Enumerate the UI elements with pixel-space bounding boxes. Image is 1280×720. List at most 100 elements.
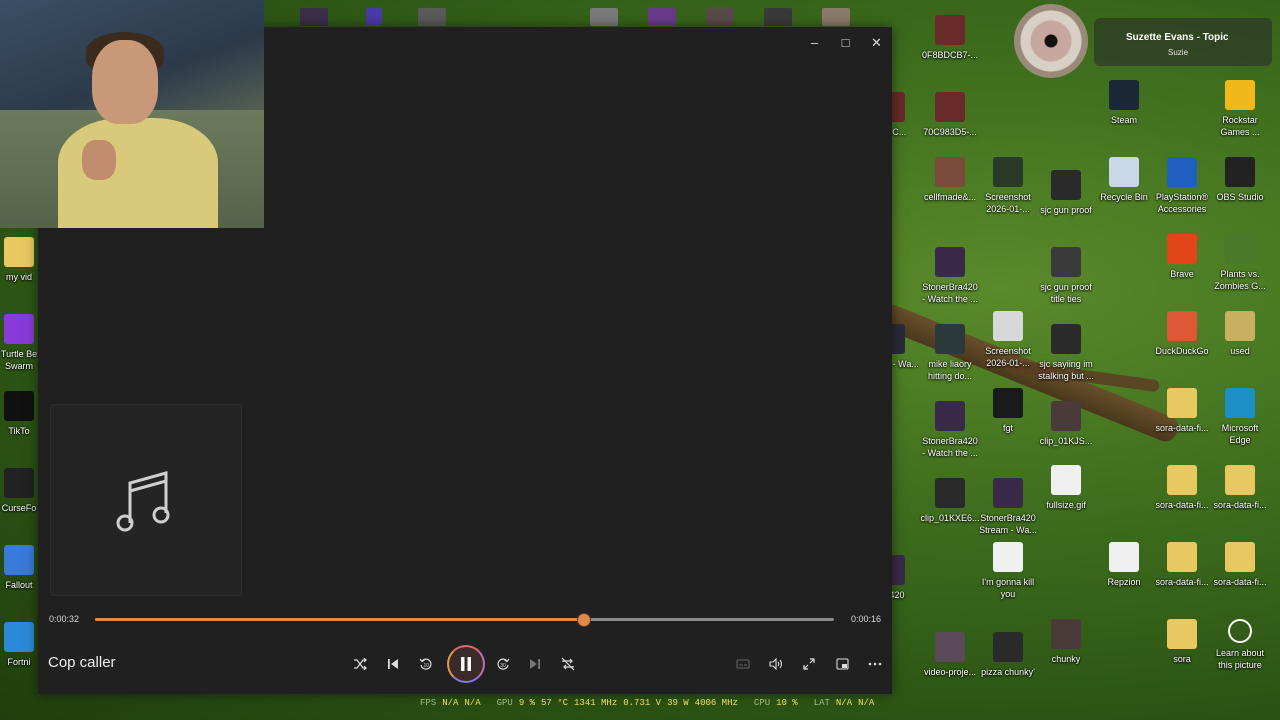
desktop-icon-cellfmade[interactable]: cellfmade&... (920, 157, 980, 203)
playstation-icon (1167, 157, 1197, 187)
desktop-icon-sora-data-fi[interactable]: sora-data-fi... (1210, 465, 1270, 511)
desktop-icon-playstation-accessories[interactable]: PlayStation® Accessories (1152, 157, 1212, 215)
fullscreen-button[interactable] (797, 652, 821, 676)
image-icon (1225, 311, 1255, 341)
desktop-icon-sjc-gun-proof[interactable]: sjc gun proof (1036, 170, 1096, 216)
zip-folder-icon (1167, 542, 1197, 572)
desktop-icon-obs-studio[interactable]: OBS Studio (1210, 157, 1270, 203)
desktop-icon-duckduckgo[interactable]: DuckDuckGo (1152, 311, 1212, 357)
cpu-load: 10 % (776, 698, 798, 708)
desktop-icon-label: sora-data-fi... (1155, 577, 1209, 587)
desktop-icon-sora-data-fi[interactable]: sora-data-fi... (1152, 388, 1212, 434)
desktop-icon-learn-about-this-picture[interactable]: Learn about this picture (1210, 619, 1270, 671)
captions-icon (736, 659, 750, 669)
desktop-icon-mike-liaory-hitting-do[interactable]: mike liaory hitting do... (920, 324, 980, 382)
seek-bar[interactable] (95, 613, 834, 627)
video-icon (1051, 324, 1081, 354)
volume-icon (769, 658, 783, 670)
desktop-icon-plants-vs-zombies-g[interactable]: Plants vs. Zombies G... (1210, 234, 1270, 292)
forward-30-button[interactable]: 30 (491, 652, 515, 676)
minimize-button[interactable]: – (799, 33, 830, 53)
desktop-icon-video-proje[interactable]: video-proje... (920, 632, 980, 678)
rewind-10-button[interactable]: 10 (414, 652, 438, 676)
desktop-icon-chunky[interactable]: chunky (1036, 619, 1096, 665)
desktop-icon-sjc-sayiing-im-stalking-but[interactable]: sjc sayiing im stalking but ... (1036, 324, 1096, 382)
fallout-icon (4, 545, 34, 575)
desktop-icon-repzion[interactable]: Repzion (1094, 542, 1154, 588)
desktop-icon-label: fullsize.gif (1046, 500, 1086, 510)
partial-icon[interactable] (366, 8, 382, 26)
maximize-button[interactable]: □ (830, 33, 861, 53)
partial-icon[interactable] (706, 8, 734, 26)
desktop-icon-fgt[interactable]: fgt (978, 388, 1038, 434)
now-playing-widget[interactable]: Suzette Evans - Topic Suzie (1014, 4, 1276, 78)
fps-label: FPS (420, 698, 437, 708)
seek-bar-thumb[interactable] (577, 613, 592, 627)
miniplayer-button[interactable] (830, 652, 854, 676)
image-icon (1051, 619, 1081, 649)
image-icon (935, 157, 965, 187)
desktop-icon-used[interactable]: used (1210, 311, 1270, 357)
partial-icon[interactable] (648, 8, 676, 26)
desktop-icon-fullsize-gif[interactable]: fullsize.gif (1036, 465, 1096, 511)
desktop-icon-0f8bdcb7[interactable]: 0F8BDCB7-... (920, 15, 980, 61)
lat-value-2: N/A (858, 698, 875, 708)
media-file-icon (993, 542, 1023, 572)
desktop-icon-label: fgt (1002, 423, 1013, 433)
seek-bar-fill (95, 618, 584, 621)
svg-text:30: 30 (500, 663, 506, 669)
desktop-icon-pizza-chunky[interactable]: pizza chunky' (978, 632, 1038, 678)
desktop-icon-stonerbra420-stream-wa[interactable]: StonerBra420 Stream - Wa... (978, 478, 1038, 536)
shuffle-icon (354, 658, 367, 670)
video-icon (935, 247, 965, 277)
partial-icon[interactable] (822, 8, 850, 26)
desktop-icon-sora-data-fi[interactable]: sora-data-fi... (1152, 542, 1212, 588)
more-options-button[interactable] (863, 652, 887, 676)
desktop-icon-brave[interactable]: Brave (1152, 234, 1212, 280)
fps-value: N/A (442, 698, 459, 708)
desktop-icon-screenshot-2026-01[interactable]: Screenshot 2026-01-... (978, 311, 1038, 369)
desktop-icon-stonerbra420-watch-the[interactable]: StonerBra420 - Watch the ... (920, 247, 980, 305)
gpu-temp: 57 °C (541, 698, 569, 708)
tiktok-icon (4, 391, 34, 421)
desktop-icon-recycle-bin[interactable]: Recycle Bin (1094, 157, 1154, 203)
desktop-icon-label: OBS Studio (1216, 192, 1264, 202)
image-icon (993, 388, 1023, 418)
desktop-icon-sjc-gun-proof-title-ties[interactable]: sjc gun proof title ties (1036, 247, 1096, 305)
desktop-icon-label: pizza chunky' (981, 667, 1035, 677)
desktop-icon-label: 0F8BDCB7-... (921, 50, 979, 60)
album-art-placeholder (50, 404, 242, 596)
desktop-icon-sora-data-fi[interactable]: sora-data-fi... (1152, 465, 1212, 511)
next-button[interactable] (523, 652, 547, 676)
desktop-icon-label: Brave (1170, 269, 1194, 279)
track-title: Cop caller (48, 654, 116, 671)
desktop-icon-70c983d5[interactable]: 70C983D5-... (920, 92, 980, 138)
music-note-icon (116, 471, 170, 532)
desktop-icon-clip-01kjs[interactable]: clip_01KJS... (1036, 401, 1096, 447)
desktop-icon-screenshot-2026-01[interactable]: Screenshot 2026-01-... (978, 157, 1038, 215)
desktop-icon-rockstar-games[interactable]: Rockstar Games ... (1210, 80, 1270, 138)
previous-button[interactable] (381, 652, 405, 676)
edge-icon (1225, 388, 1255, 418)
desktop-icon-label: I'm gonna kill you (981, 577, 1035, 599)
captions-button[interactable] (731, 652, 755, 676)
fps-value-2: N/A (464, 698, 481, 708)
album-art-disc (1014, 4, 1088, 78)
desktop-icon-clip-01kxe6[interactable]: clip_01KXE6... (920, 478, 980, 524)
desktop-icon-i-m-gonna-kill-you[interactable]: I'm gonna kill you (978, 542, 1038, 600)
desktop-icon-sora-data-fi[interactable]: sora-data-fi... (1210, 542, 1270, 588)
desktop-icon-stonerbra420-watch-the[interactable]: StonerBra420 - Watch the ... (920, 401, 980, 459)
desktop-icon-microsoft-edge[interactable]: Microsoft Edge (1210, 388, 1270, 446)
video-icon (935, 401, 965, 431)
partial-icon[interactable] (300, 8, 328, 26)
partial-icon[interactable] (764, 8, 792, 26)
partial-icon[interactable] (590, 8, 618, 26)
pause-button[interactable] (447, 645, 485, 683)
partial-icon[interactable] (418, 8, 446, 26)
close-button[interactable]: ✕ (861, 33, 892, 53)
shuffle-button[interactable] (348, 652, 372, 676)
repeat-off-button[interactable] (556, 652, 580, 676)
desktop-icon-sora[interactable]: sora (1152, 619, 1212, 665)
desktop-icon-steam[interactable]: Steam (1094, 80, 1154, 126)
volume-button[interactable] (764, 652, 788, 676)
